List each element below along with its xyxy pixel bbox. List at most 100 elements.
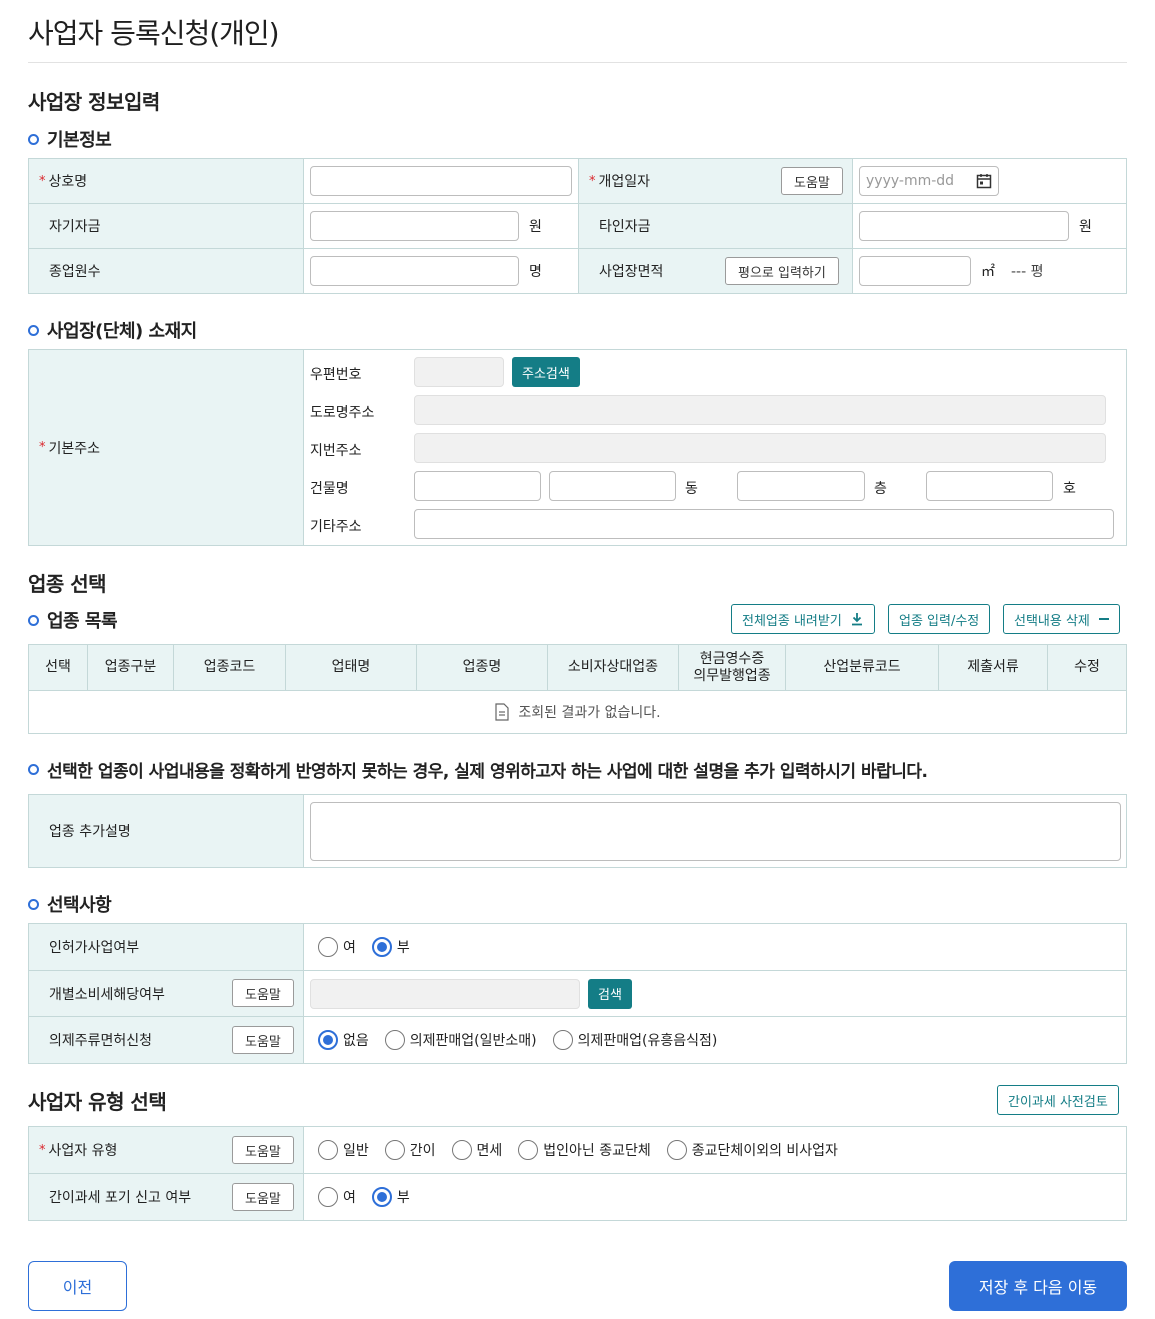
- save-next-button[interactable]: 저장 후 다음 이동: [949, 1261, 1127, 1311]
- floor-unit: 층: [874, 481, 887, 497]
- road-address-label: 도로명주소: [310, 405, 375, 421]
- address-search-button[interactable]: 주소검색: [512, 357, 580, 387]
- trade-name-label: * 상호명: [29, 159, 304, 203]
- giveup-yes-radio[interactable]: 여: [318, 1187, 356, 1207]
- industry-table: 선택 업종구분 업종코드 업태명 업종명 소비자상대업종 현금영수증 의무발행업종 산업분류코…: [28, 644, 1127, 734]
- column-header: 업종명: [417, 645, 548, 690]
- biz-type-general-radio[interactable]: 일반: [318, 1140, 369, 1160]
- biz-type-non-business-radio[interactable]: 종교단체이외의 비사업자: [666, 1140, 838, 1160]
- column-header: 제출서류: [939, 645, 1048, 690]
- basic-info-table: * 상호명 * 개업일자 도움말 yyyy-mm-dd 자기자금 원 타인자금 원 …: [28, 158, 1127, 294]
- biz-type-religious-radio[interactable]: 법인아닌 종교단체: [518, 1140, 651, 1160]
- giveup-help-button[interactable]: 도움말: [232, 1183, 294, 1211]
- area-input[interactable]: [859, 256, 971, 286]
- building-dong-input[interactable]: [549, 471, 676, 501]
- excise-help-button[interactable]: 도움말: [232, 979, 294, 1007]
- ho-unit: 호: [1063, 481, 1076, 497]
- bullet-icon: [28, 898, 39, 910]
- empty-result-row: 조회된 결과가 없습니다.: [29, 691, 1126, 733]
- prev-button[interactable]: 이전: [28, 1261, 127, 1311]
- column-header: 업태명: [286, 645, 417, 690]
- column-header: 업종코드: [174, 645, 286, 690]
- industry-edit-button[interactable]: 업종 입력/수정: [888, 604, 991, 634]
- building-label: 건물명: [310, 481, 349, 497]
- address-table: * 기본주소 우편번호 주소검색 도로명주소 지번주소 건물명 동 층 호 기타주…: [28, 349, 1127, 546]
- column-header: 선택: [29, 645, 88, 690]
- zip-input[interactable]: [414, 357, 504, 387]
- download-all-industries-button[interactable]: 전체업종 내려받기: [731, 604, 875, 634]
- person-unit: 명: [529, 264, 542, 280]
- biz-type-exempt-radio[interactable]: 면세: [451, 1140, 502, 1160]
- area-label: 사업장면적 평으로 입력하기: [579, 249, 853, 293]
- lot-address-label: 지번주소: [310, 443, 362, 459]
- building-name-input[interactable]: [414, 471, 541, 501]
- excise-input[interactable]: [310, 978, 580, 1009]
- excise-label: 개별소비세해당여부 도움말: [29, 971, 304, 1016]
- section-business-info-title: 사업장 정보입력: [28, 90, 160, 114]
- dong-unit: 동: [685, 481, 698, 497]
- etc-address-input[interactable]: [414, 509, 1114, 539]
- won-unit: 원: [529, 219, 542, 235]
- license-label: 인허가사업여부: [29, 924, 304, 970]
- liquor-help-button[interactable]: 도움말: [232, 1026, 294, 1054]
- calendar-icon[interactable]: [976, 173, 992, 189]
- address-heading: 사업장(단체) 소재지: [28, 317, 197, 343]
- own-fund-label: 자기자금: [29, 204, 304, 248]
- floor-input[interactable]: [737, 471, 865, 501]
- column-header: 소비자상대업종: [548, 645, 679, 690]
- pyeong-input-button[interactable]: 평으로 입력하기: [725, 257, 839, 285]
- open-date-label: * 개업일자 도움말: [579, 159, 853, 203]
- basic-info-heading: 기본정보: [28, 126, 112, 152]
- simple-tax-review-button[interactable]: 간이과세 사전검토: [997, 1085, 1119, 1115]
- won-unit: 원: [1079, 219, 1092, 235]
- liquor-none-radio[interactable]: 없음: [318, 1030, 369, 1050]
- bullet-icon: [28, 133, 39, 145]
- extra-desc-table: 업종 추가설명: [28, 794, 1127, 868]
- column-header: 산업분류코드: [786, 645, 939, 690]
- biz-type-simple-radio[interactable]: 간이: [384, 1140, 436, 1160]
- title-divider: [28, 62, 1127, 63]
- pyeong-display: --- 평: [1011, 264, 1044, 280]
- road-address-input[interactable]: [414, 395, 1106, 425]
- options-table: 인허가사업여부 여 부 개별소비세해당여부 도움말 검색 의제주류면허신청 도움…: [28, 923, 1127, 1064]
- license-yes-radio[interactable]: 여: [318, 937, 356, 957]
- open-date-input[interactable]: yyyy-mm-dd: [859, 166, 999, 196]
- column-header: 업종구분: [88, 645, 174, 690]
- extra-desc-textarea[interactable]: [310, 801, 1121, 861]
- liquor-retail-radio[interactable]: 의제판매업(일반소매): [384, 1030, 537, 1050]
- bullet-icon: [28, 614, 39, 626]
- ho-input[interactable]: [926, 471, 1053, 501]
- license-no-radio[interactable]: 부: [371, 937, 410, 957]
- etc-address-label: 기타주소: [310, 519, 362, 535]
- excise-search-button[interactable]: 검색: [588, 978, 632, 1009]
- employees-input[interactable]: [310, 256, 519, 286]
- extra-desc-label: 업종 추가설명: [29, 795, 304, 867]
- bullet-icon: [28, 764, 39, 775]
- base-address-label: * 기본주소: [29, 350, 304, 545]
- column-header: 현금영수증 의무발행업종: [679, 645, 786, 690]
- industry-table-header: 선택 업종구분 업종코드 업태명 업종명 소비자상대업종 현금영수증 의무발행업종 산업분류코…: [29, 645, 1126, 691]
- biz-type-label: * 사업자 유형 도움말: [29, 1127, 304, 1173]
- liquor-bar-radio[interactable]: 의제판매업(유흥음식점): [552, 1030, 717, 1050]
- own-fund-input[interactable]: [310, 211, 519, 241]
- document-icon: [495, 703, 510, 721]
- bullet-icon: [28, 324, 39, 336]
- biz-type-help-button[interactable]: 도움말: [232, 1136, 294, 1164]
- industry-list-heading: 업종 목록: [28, 607, 118, 633]
- liquor-label: 의제주류면허신청 도움말: [29, 1017, 304, 1063]
- giveup-no-radio[interactable]: 부: [371, 1187, 410, 1207]
- minus-icon: [1098, 618, 1109, 620]
- other-fund-label: 타인자금: [579, 204, 853, 248]
- lot-address-input[interactable]: [414, 433, 1106, 463]
- trade-name-input[interactable]: [310, 166, 572, 196]
- delete-selected-button[interactable]: 선택내용 삭제: [1003, 604, 1120, 634]
- open-date-help-button[interactable]: 도움말: [781, 167, 843, 195]
- page-title: 사업자 등록신청(개인): [28, 17, 280, 50]
- biz-type-table: * 사업자 유형 도움말 일반 간이 면세 법인아닌 종교단체 종교단체이외의 비…: [28, 1126, 1127, 1221]
- giveup-label: 간이과세 포기 신고 여부 도움말: [29, 1174, 304, 1220]
- options-heading: 선택사항: [28, 891, 112, 917]
- employees-label: 종업원수: [29, 249, 304, 293]
- biz-type-section-title: 사업자 유형 선택: [28, 1090, 167, 1114]
- industry-section-title: 업종 선택: [28, 572, 107, 596]
- other-fund-input[interactable]: [859, 211, 1069, 241]
